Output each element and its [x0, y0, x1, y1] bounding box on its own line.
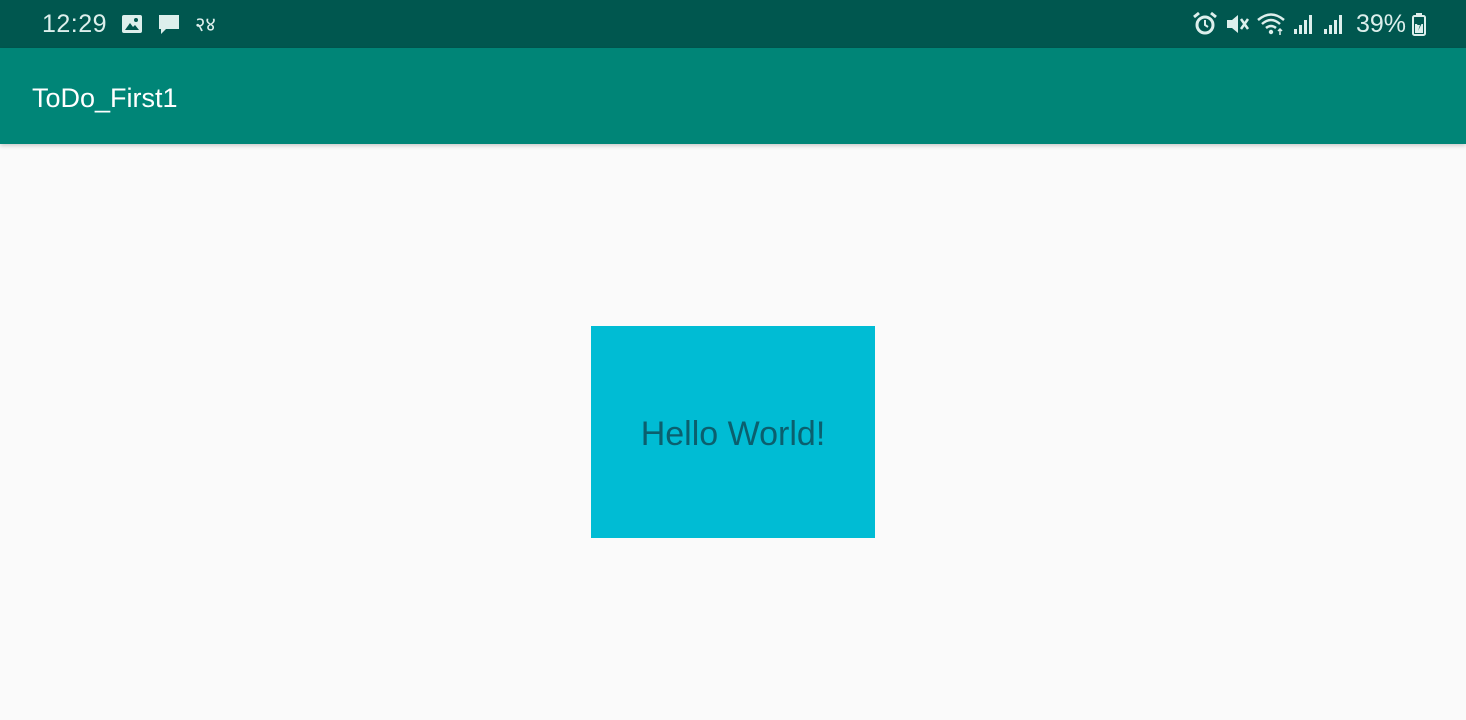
mute-icon [1224, 11, 1250, 37]
image-icon [121, 13, 143, 35]
svg-text:२४: २४ [195, 13, 216, 35]
status-left-group: 12:29 २४ [42, 0, 219, 48]
signal-icon-2 [1322, 12, 1346, 36]
signal-icon [1292, 12, 1316, 36]
wifi-icon [1256, 11, 1286, 37]
status-bar: 12:29 २४ 39% [0, 0, 1466, 48]
status-time: 12:29 [42, 9, 108, 38]
status-right-group: 39% [1192, 0, 1426, 48]
app-bar: ToDo_First1 [0, 48, 1466, 144]
alarm-icon [1192, 11, 1218, 37]
main-content: Hello World! [0, 144, 1466, 720]
app-title: ToDo_First1 [32, 83, 178, 113]
hello-world-text: Hello World! [640, 414, 826, 453]
battery-percentage: 39% [1355, 9, 1406, 38]
hello-world-box: Hello World! [591, 326, 875, 538]
battery-icon [1412, 12, 1426, 36]
message-icon [157, 12, 181, 36]
lte-icon: २४ [195, 12, 219, 36]
